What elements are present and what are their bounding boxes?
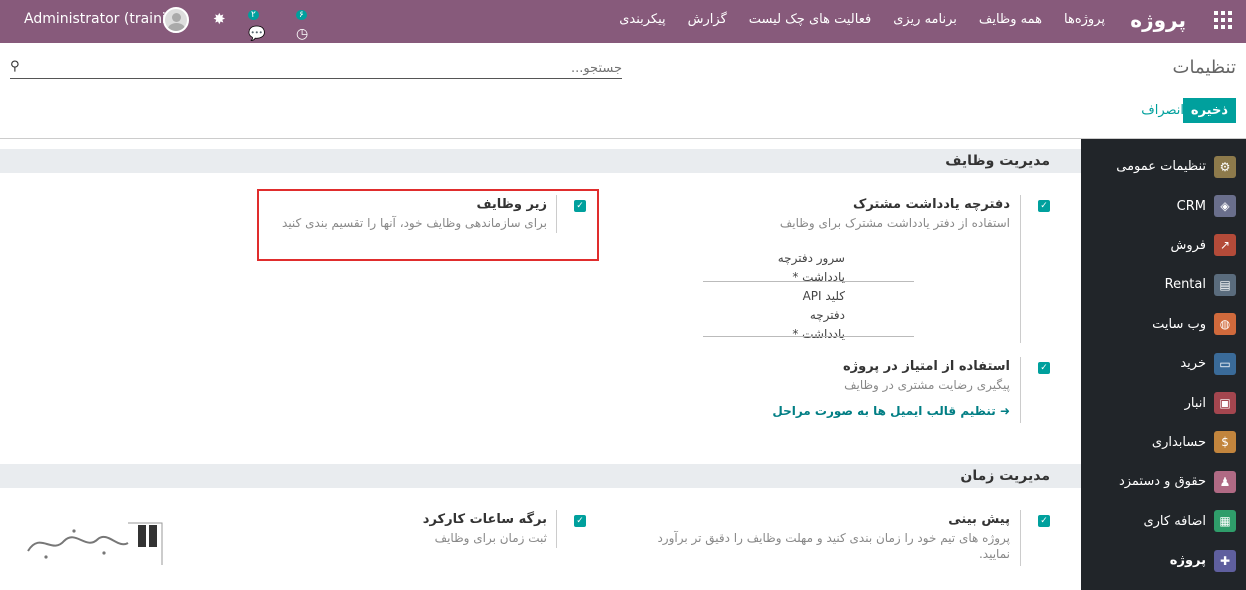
search-bar: ⚲ — [10, 57, 622, 79]
activity-badge: ۶ — [296, 10, 307, 20]
apps-menu-icon[interactable] — [1214, 11, 1232, 29]
divider — [556, 510, 557, 548]
rating-checkbox[interactable]: ✓ — [1038, 362, 1050, 374]
sidebar-item-label: پروژه — [1169, 553, 1206, 569]
main-menu: پروژه‌ها همه وظایف برنامه ریزی فعالیت ها… — [608, 12, 1116, 27]
setting-description: پروژه های تیم خود را زمان بندی کنید و مه… — [657, 531, 1010, 545]
sidebar-item-accounting[interactable]: $ حسابداری — [1081, 423, 1246, 462]
setting-timesheet: برگه ساعات کارکرد ثبت زمان برای وظایف — [227, 512, 547, 545]
sidebar-item-overtime[interactable]: ▦ اضافه کاری — [1081, 502, 1246, 541]
menu-reporting[interactable]: گزارش — [677, 12, 738, 27]
sidebar-item-label: وب سایت — [1152, 316, 1206, 332]
sidebar-item-general-settings[interactable]: ⚙ تنظیمات عمومی — [1081, 147, 1246, 186]
control-panel: تنظیمات ⚲ ذخیره انصراف — [0, 43, 1246, 139]
menu-planning[interactable]: برنامه ریزی — [882, 12, 968, 27]
sidebar-item-crm[interactable]: ◈ CRM — [1081, 186, 1246, 225]
search-input[interactable] — [22, 58, 622, 79]
avatar[interactable] — [163, 7, 189, 33]
app-brand[interactable]: پروژه — [1130, 8, 1186, 32]
menu-projects[interactable]: پروژه‌ها — [1053, 12, 1116, 27]
divider — [1020, 510, 1021, 566]
setting-description: استفاده از دفتر یادداشت مشترک برای وظایف — [779, 216, 1010, 230]
setting-rating: استفاده از امتیاز در پروژه پیگیری رضایت … — [690, 359, 1010, 418]
sidebar-item-label: تنظیمات عمومی — [1116, 159, 1206, 175]
section-title-time: مدیریت زمان — [0, 464, 1081, 488]
rental-icon: ▤ — [1214, 273, 1236, 296]
section-title-tasks: مدیریت وظایف — [0, 149, 1081, 173]
payroll-icon: ♟ — [1214, 470, 1236, 493]
setting-shared-notes: دفترچه یادداشت مشترک استفاده از دفتر یاد… — [690, 197, 1010, 230]
divider — [1020, 195, 1021, 343]
menu-checklist[interactable]: فعالیت های چک لیست — [738, 12, 882, 27]
setting-title: پیش بینی — [948, 512, 1010, 527]
sidebar-item-label: فروش — [1170, 237, 1206, 253]
settings-sidebar: ⚙ تنظیمات عمومی ◈ CRM ↗ فروش ▤ Rental ◍ … — [1081, 139, 1246, 590]
menu-all-tasks[interactable]: همه وظایف — [968, 12, 1053, 27]
notes-api-key-input[interactable] — [703, 336, 914, 337]
email-template-link[interactable]: ➜ تنظیم قالب ایمیل ها به صورت مراحل — [690, 404, 1010, 418]
sidebar-item-label: حسابداری — [1151, 434, 1206, 450]
calendar-icon: ▦ — [1214, 510, 1236, 533]
setting-description: ثبت زمان برای وظایف — [434, 531, 547, 545]
chat-badge: ۲ — [248, 10, 259, 20]
page-title: تنظیمات — [1172, 57, 1236, 78]
setting-description: پیگیری رضایت مشتری در وظایف — [844, 378, 1010, 392]
sidebar-item-label: انبار — [1184, 395, 1206, 411]
debug-bug-icon[interactable]: ✸ — [213, 10, 226, 28]
divider — [1020, 357, 1021, 423]
invoice-icon: $ — [1214, 431, 1236, 454]
sidebar-item-project[interactable]: ✚ پروژه — [1081, 541, 1246, 580]
search-icon[interactable]: ⚲ — [10, 59, 20, 74]
chat-icon[interactable]: ۲💬 — [248, 10, 265, 42]
menu-configuration[interactable]: پیکربندی — [608, 12, 676, 27]
sidebar-item-label: CRM — [1176, 198, 1206, 214]
arrow-left-icon: ➜ — [999, 404, 1010, 418]
sidebar-item-purchase[interactable]: ▭ خرید — [1081, 344, 1246, 383]
sidebar-item-inventory[interactable]: ▣ انبار — [1081, 383, 1246, 422]
notes-checkbox[interactable]: ✓ — [1038, 200, 1050, 212]
card-icon: ▭ — [1214, 352, 1236, 375]
gear-icon: ⚙ — [1214, 155, 1236, 178]
sidebar-item-payroll[interactable]: ♟ حقوق و دستمزد — [1081, 462, 1246, 501]
handshake-icon: ◈ — [1214, 195, 1236, 218]
save-button[interactable]: ذخیره — [1182, 98, 1236, 123]
top-navbar: پروژه پروژه‌ها همه وظایف برنامه ریزی فعا… — [0, 0, 1246, 43]
timesheet-checkbox[interactable]: ✓ — [574, 515, 586, 527]
watermark-logo — [24, 521, 164, 565]
box-icon: ▣ — [1214, 392, 1236, 415]
sidebar-item-sales[interactable]: ↗ فروش — [1081, 226, 1246, 265]
globe-icon: ◍ — [1214, 313, 1236, 336]
sidebar-item-label: حقوق و دستمزد — [1118, 474, 1206, 490]
chart-icon: ↗ — [1214, 234, 1236, 257]
setting-description-cont: نمایید. — [978, 547, 1010, 561]
highlight-box — [257, 189, 599, 261]
notes-server-input[interactable] — [703, 281, 914, 282]
sidebar-item-label: خرید — [1180, 356, 1206, 372]
setting-title: دفترچه یادداشت مشترک — [853, 197, 1010, 212]
sidebar-item-label: اضافه کاری — [1143, 513, 1206, 529]
setting-title: برگه ساعات کارکرد — [422, 512, 547, 527]
setting-title: استفاده از امتیاز در پروژه — [842, 359, 1010, 374]
sidebar-item-rental[interactable]: ▤ Rental — [1081, 265, 1246, 304]
discard-button[interactable]: انصراف — [1141, 103, 1184, 118]
forecast-checkbox[interactable]: ✓ — [1038, 515, 1050, 527]
setting-forecast: پیش بینی پروژه های تیم خود را زمان بندی … — [590, 512, 1010, 561]
puzzle-icon: ✚ — [1214, 549, 1236, 572]
sidebar-item-label: Rental — [1164, 277, 1206, 293]
activity-clock-icon[interactable]: ۶◷ — [296, 10, 309, 42]
sidebar-item-website[interactable]: ◍ وب سایت — [1081, 305, 1246, 344]
